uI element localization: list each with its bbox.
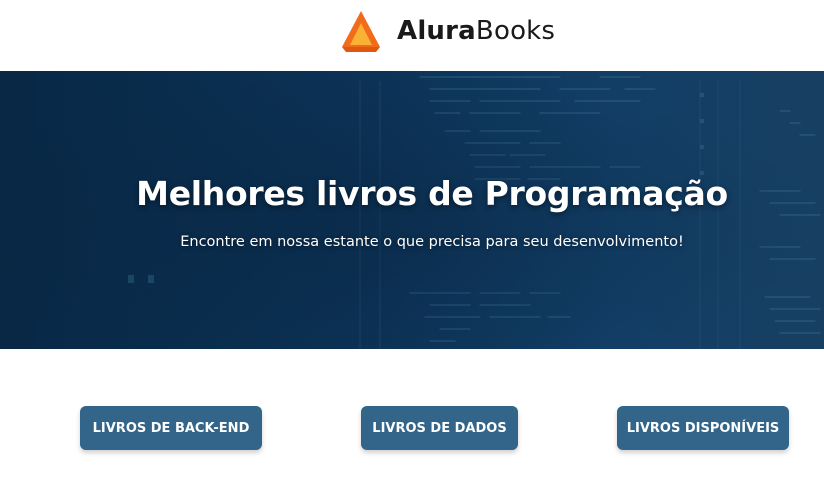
hero-banner: Melhores livros de Programação Encontre … <box>0 71 824 349</box>
brand-logo[interactable]: AluraBooks <box>340 9 555 53</box>
hero-title: Melhores livros de Programação <box>136 174 728 213</box>
hero-subtitle: Encontre em nossa estante o que precisa … <box>180 234 684 250</box>
brand-name-light: Books <box>475 16 556 46</box>
backend-books-button[interactable]: LIVROS DE BACK-END <box>80 406 262 450</box>
site-header: AluraBooks <box>0 0 824 71</box>
brand-name-bold: Alura <box>397 16 476 46</box>
data-books-button[interactable]: LIVROS DE DADOS <box>361 406 518 450</box>
brand-name: AluraBooks <box>397 18 555 44</box>
available-books-button[interactable]: LIVROS DISPONÍVEIS <box>617 406 789 450</box>
alurabooks-logo-icon <box>342 11 380 52</box>
